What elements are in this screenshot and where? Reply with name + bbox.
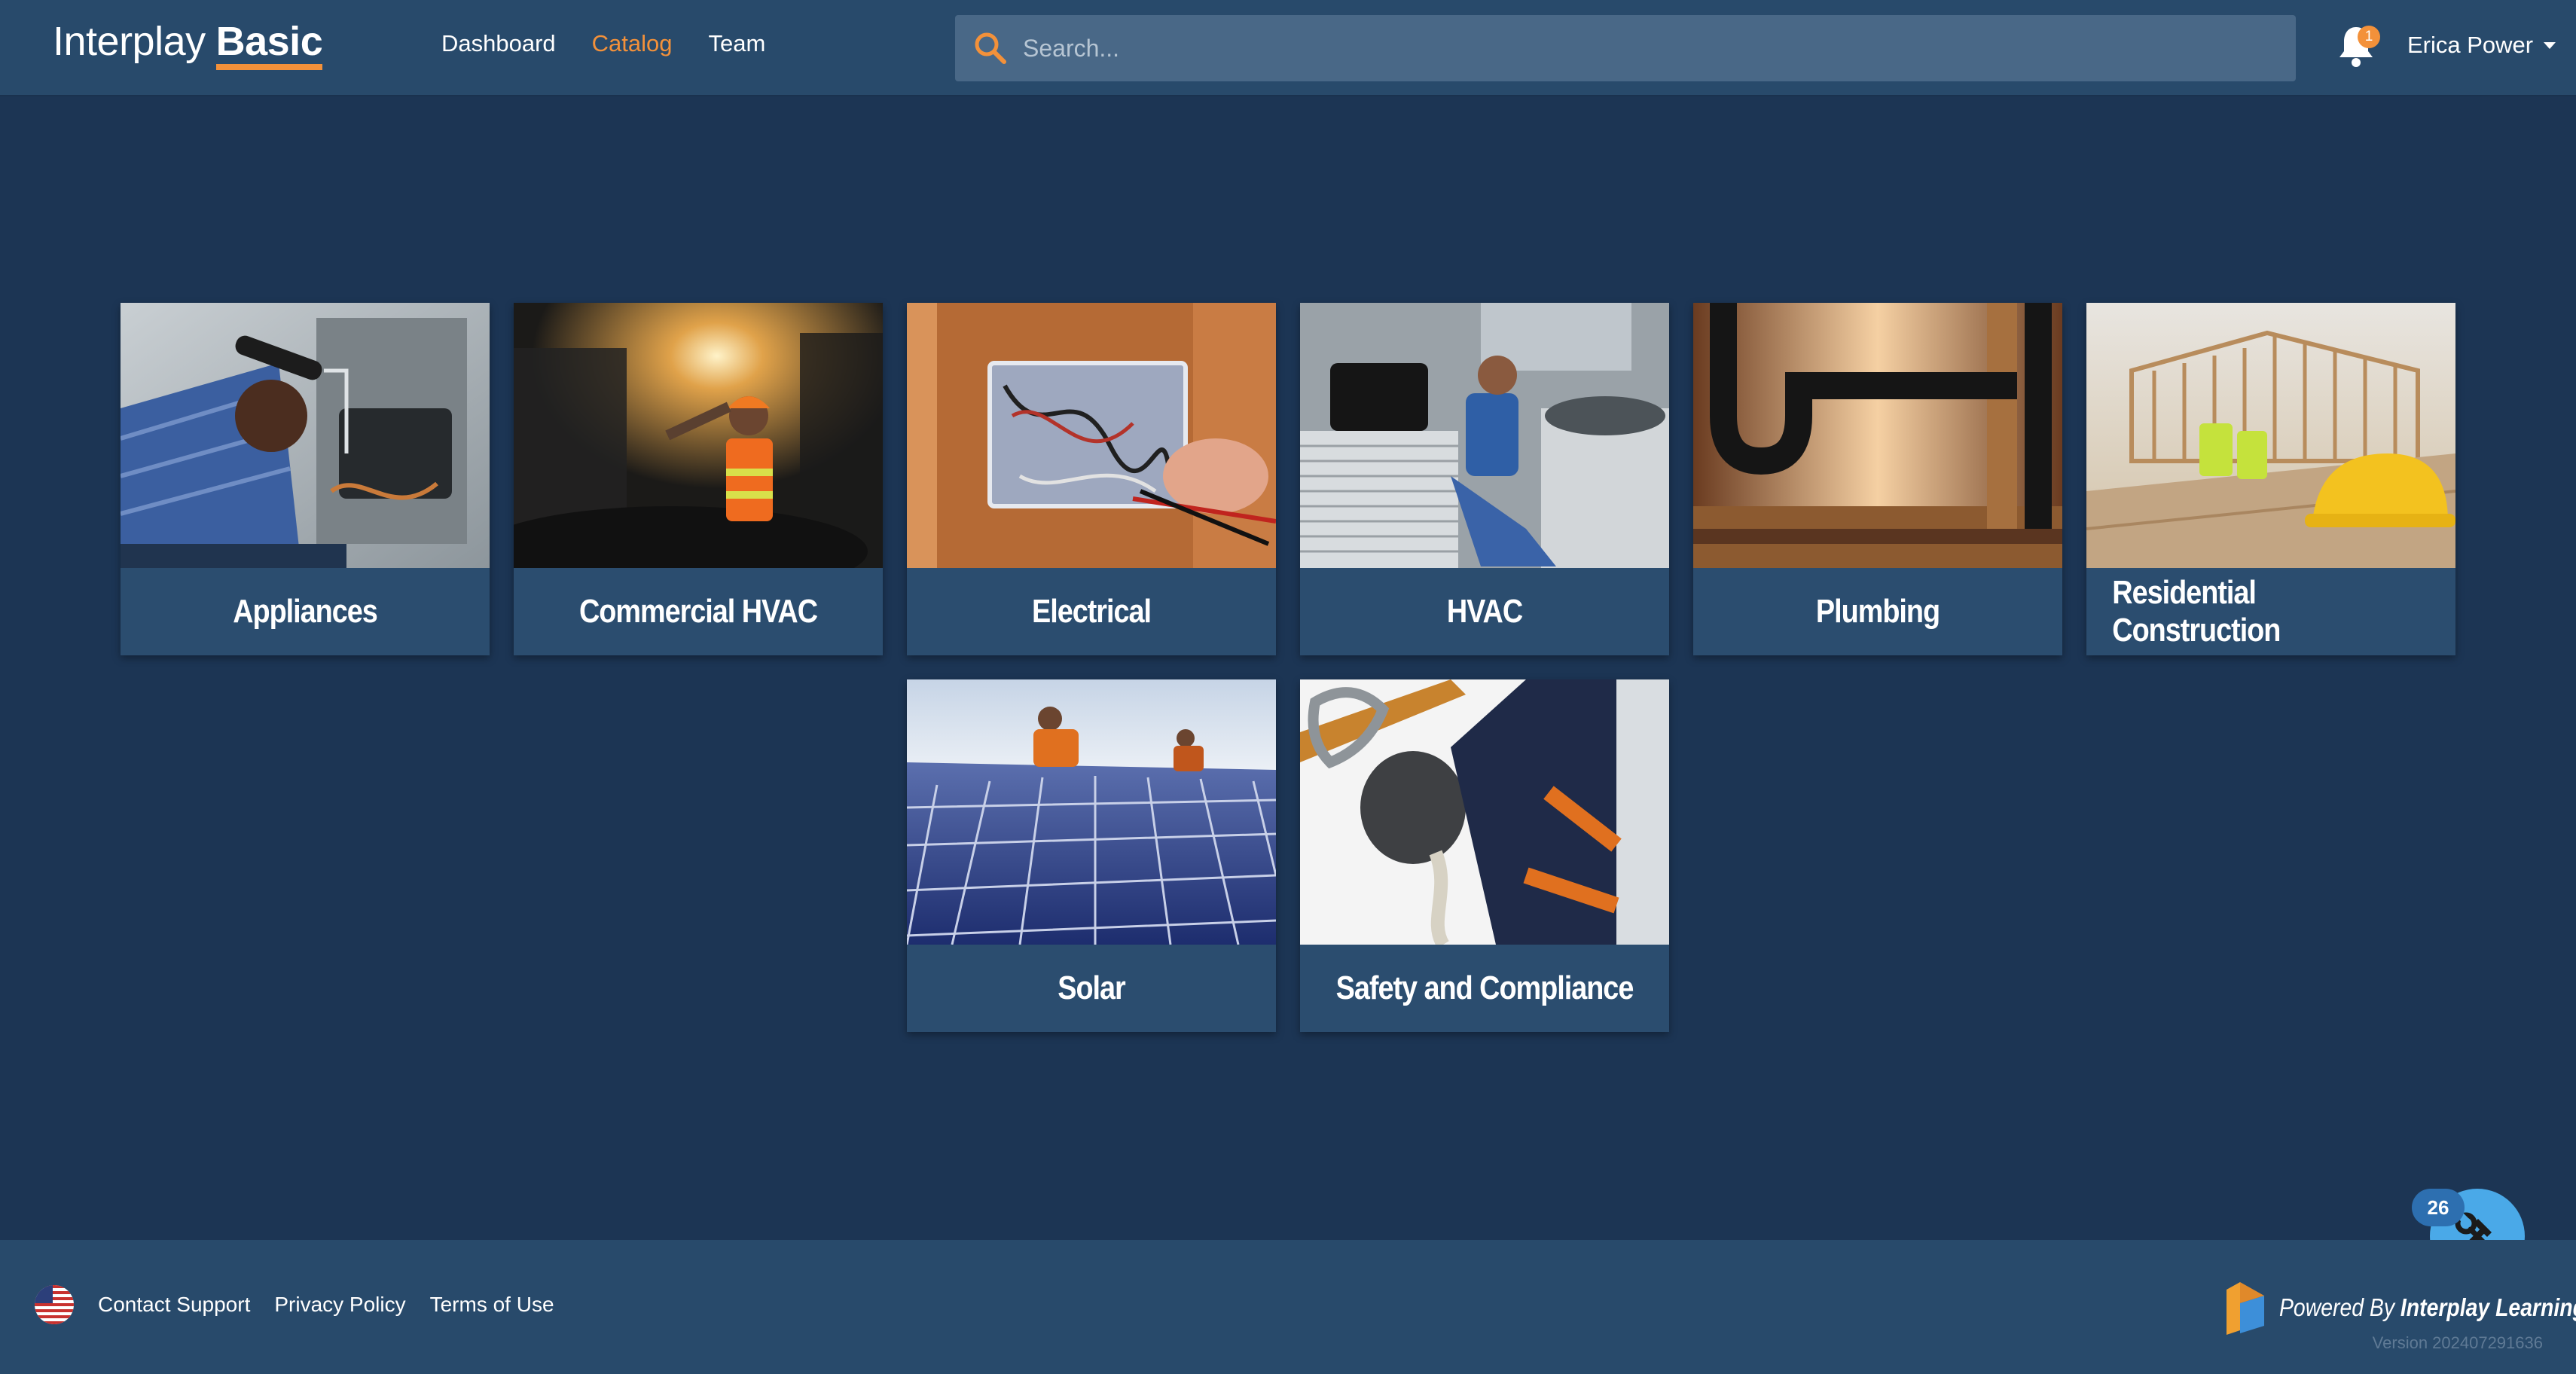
user-menu[interactable]: Erica Power	[2407, 32, 2556, 59]
card-title: Solar	[1058, 969, 1126, 1006]
footer: Contact Support Privacy Policy Terms of …	[0, 1240, 2576, 1374]
nav-catalog[interactable]: Catalog	[592, 30, 673, 57]
card-title: Plumbing	[1815, 593, 1940, 630]
nav-team[interactable]: Team	[709, 30, 766, 57]
interplay-learning-logo-icon	[2227, 1282, 2264, 1335]
footer-links: Contact Support Privacy Policy Terms of …	[98, 1293, 554, 1317]
search-icon[interactable]	[972, 29, 1009, 67]
card-title: Electrical	[1032, 593, 1152, 630]
user-name: Erica Power	[2407, 32, 2534, 58]
powered-by-brand: Interplay Learning	[2400, 1293, 2576, 1321]
catalog-card-appliances[interactable]: Appliances	[121, 303, 490, 655]
nav-dashboard[interactable]: Dashboard	[441, 30, 556, 57]
powered-by-text: Powered By Interplay Learning	[2279, 1293, 2576, 1322]
logo-text-interplay: Interplay	[53, 19, 206, 64]
powered-by-prefix: Powered By	[2279, 1293, 2395, 1321]
safety-and-compliance-image	[1300, 679, 1669, 945]
contact-support-link[interactable]: Contact Support	[98, 1293, 250, 1317]
catalog-card-commercial-hvac[interactable]: Commercial HVAC	[514, 303, 883, 655]
commercial-hvac-image	[514, 303, 883, 568]
electrical-image	[907, 303, 1276, 568]
notification-count-badge: 1	[2358, 26, 2380, 48]
us-flag-icon[interactable]	[35, 1285, 74, 1324]
catalog-card-plumbing[interactable]: Plumbing	[1693, 303, 2062, 655]
catalog-card-electrical[interactable]: Electrical	[907, 303, 1276, 655]
card-title: Safety and Compliance	[1335, 969, 1634, 1006]
logo-text-basic: Basic	[215, 20, 323, 70]
privacy-policy-link[interactable]: Privacy Policy	[274, 1293, 405, 1317]
search-input[interactable]	[1021, 15, 2296, 81]
residential-construction-image	[2086, 303, 2455, 568]
chevron-down-icon	[2544, 41, 2556, 49]
catalog-card-residential-construction[interactable]: Residential Construction	[2086, 303, 2455, 655]
card-title: Residential Construction	[2112, 574, 2281, 649]
main-nav: Dashboard Catalog Team	[441, 30, 765, 57]
catalog-card-safety-and-compliance[interactable]: Safety and Compliance	[1300, 679, 1669, 1032]
tools-count-badge: 26	[2412, 1189, 2465, 1226]
plumbing-image	[1693, 303, 2062, 568]
catalog-card-solar[interactable]: Solar	[907, 679, 1276, 1032]
appliances-image	[121, 303, 490, 568]
search-bar	[955, 15, 2296, 81]
terms-of-use-link[interactable]: Terms of Use	[430, 1293, 554, 1317]
card-title: HVAC	[1446, 593, 1523, 630]
catalog-card-hvac[interactable]: HVAC	[1300, 303, 1669, 655]
solar-image	[907, 679, 1276, 945]
interplay-basic-logo[interactable]: Interplay Basic	[53, 18, 323, 72]
hvac-image	[1300, 303, 1669, 568]
version-label: Version 202407291636	[2372, 1333, 2543, 1352]
top-navbar: Interplay Basic Dashboard Catalog Team 1…	[0, 0, 2576, 96]
card-title: Commercial HVAC	[578, 593, 818, 630]
powered-by-badge[interactable]: Powered By Interplay Learning	[2223, 1278, 2576, 1338]
card-title: Appliances	[233, 593, 378, 630]
